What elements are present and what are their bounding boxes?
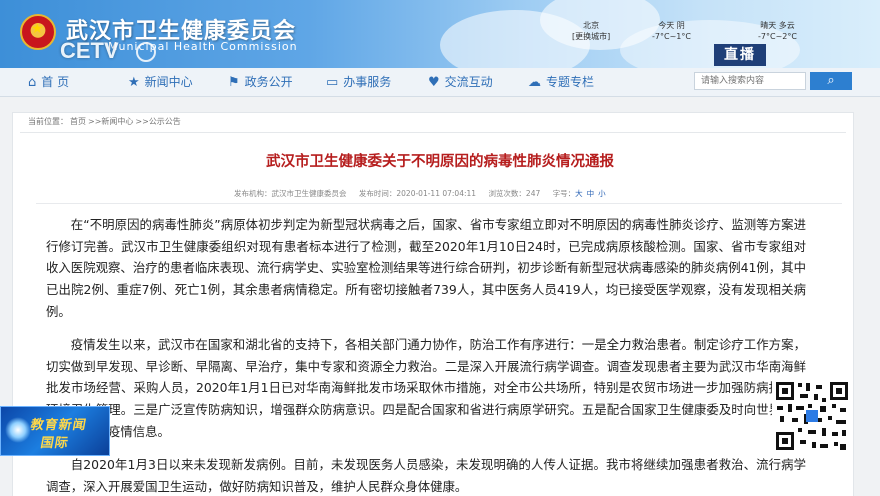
breadcrumb: 当前位置： 首页 >>新闻中心 >>公示公告	[28, 116, 183, 127]
breadcrumb-notices[interactable]: >>公示公告	[135, 117, 180, 126]
news-badge-line1: 教育新闻	[29, 418, 88, 433]
news-badge-line2: 国际	[39, 436, 70, 451]
nav-item-label: 专题专栏	[546, 75, 595, 89]
article-meta: 发布机构：武汉市卫生健康委员会 发布时间：2020-01-11 07:04:11…	[234, 188, 610, 199]
qr-code	[772, 378, 852, 454]
meta-font-label: 字号：	[552, 189, 576, 198]
article-paragraph: 自2020年1月3日以来未发现新发病例。目前，未发现医务人员感染，未发现明确的人…	[46, 457, 806, 494]
weather-today-label: 今天 阴	[658, 21, 685, 30]
nav-item-interaction[interactable]: ♥ 交流互动	[428, 68, 493, 96]
weather-city-name: 北京	[583, 21, 600, 30]
nav-item-topics[interactable]: ☁ 专题专栏	[528, 68, 594, 96]
nav-item-home[interactable]: ⌂ 首 页	[28, 68, 69, 96]
weather-city[interactable]: 北京 [更换城市]	[572, 20, 610, 42]
chat-icon: ☁	[528, 75, 541, 90]
nav-item-label: 首 页	[41, 75, 70, 89]
monitor-icon: ▭	[326, 75, 339, 90]
search-input[interactable]	[694, 72, 806, 90]
breadcrumb-prefix: 当前位置：	[28, 117, 68, 126]
flag-icon: ⚑	[228, 75, 240, 90]
nav-item-services[interactable]: ▭ 办事服务	[326, 68, 391, 96]
divider	[36, 203, 842, 204]
weather-tomorrow-temp: -7°C~2°C	[758, 32, 797, 41]
search-icon: ⌕	[827, 73, 835, 88]
badge-glow-icon	[5, 417, 31, 443]
meta-views: 浏览次数：247	[488, 189, 541, 198]
national-emblem-icon: ★	[20, 14, 56, 50]
nav-item-news[interactable]: ★ 新闻中心	[128, 68, 193, 96]
star-icon: ★	[128, 75, 140, 90]
breadcrumb-home[interactable]: 首页	[70, 117, 86, 126]
meta-source: 发布机构：武汉市卫生健康委员会	[234, 189, 347, 198]
nav-item-label: 办事服务	[343, 75, 392, 89]
breadcrumb-news[interactable]: >>新闻中心	[88, 117, 133, 126]
font-size-medium[interactable]: 中	[587, 189, 595, 198]
channel-logo-ring-icon	[136, 42, 156, 62]
meta-time: 发布时间：2020-01-11 07:04:11	[358, 189, 477, 198]
news-channel-badge: 教育新闻 国际	[0, 406, 110, 456]
font-size-large[interactable]: 大	[575, 189, 583, 198]
heart-icon: ♥	[428, 75, 440, 90]
page: ★ 武汉市卫生健康委员会 Municipal Health Commission…	[0, 0, 880, 496]
weather-today-temp: -7°C~1°C	[652, 32, 691, 41]
divider	[20, 132, 846, 133]
nav-item-label: 政务公开	[244, 75, 293, 89]
article-title: 武汉市卫生健康委关于不明原因的病毒性肺炎情况通报	[266, 154, 614, 170]
qr-code-graphic	[774, 380, 850, 452]
font-size-small[interactable]: 小	[598, 189, 606, 198]
nav-item-label: 新闻中心	[144, 75, 193, 89]
nav-item-gov-affairs[interactable]: ⚑ 政务公开	[228, 68, 293, 96]
channel-logo: CETV	[60, 38, 119, 63]
site-header: ★ 武汉市卫生健康委员会 Municipal Health Commission…	[0, 0, 880, 68]
live-badge: 直播	[714, 44, 766, 66]
weather-tomorrow: 晴天 多云 -7°C~2°C	[758, 20, 797, 42]
weather-today: 今天 阴 -7°C~1°C	[652, 20, 691, 42]
nav-item-label: 交流互动	[444, 75, 493, 89]
article-paragraph: 疫情发生以来，武汉市在国家和湖北省的支持下，各相关部门通力协作，防治工作有序进行…	[46, 337, 806, 439]
article-paragraph: 在“不明原因的病毒性肺炎”病原体初步判定为新型冠状病毒之后，国家、省市专家组立即…	[46, 217, 806, 319]
weather-tomorrow-label: 晴天 多云	[760, 21, 795, 30]
search-button[interactable]: ⌕	[810, 72, 852, 90]
home-icon: ⌂	[28, 75, 37, 90]
weather-change-city[interactable]: [更换城市]	[572, 31, 610, 42]
